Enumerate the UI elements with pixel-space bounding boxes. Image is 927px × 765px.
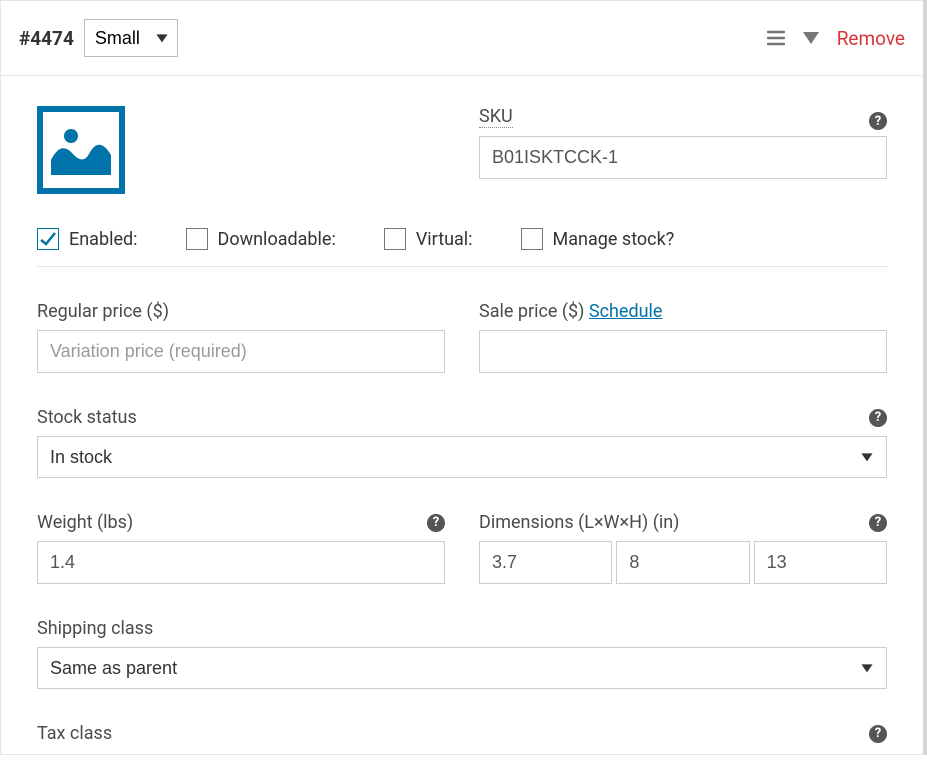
virtual-checkbox[interactable] xyxy=(384,228,406,250)
manage-stock-option[interactable]: Manage stock? xyxy=(521,228,675,250)
shipping-class-label: Shipping class xyxy=(37,618,887,639)
downloadable-checkbox[interactable] xyxy=(186,228,208,250)
upload-image-button[interactable] xyxy=(37,106,125,194)
variation-body: SKU ? Enabled: Downloadable: xyxy=(1,76,923,754)
sale-price-label-text: Sale price ($) xyxy=(479,301,584,322)
enabled-option[interactable]: Enabled: xyxy=(37,228,138,250)
menu-icon[interactable] xyxy=(767,30,785,46)
sku-input[interactable] xyxy=(479,136,887,179)
enabled-label: Enabled: xyxy=(69,229,138,250)
regular-price-label: Regular price ($) xyxy=(37,301,445,322)
price-row: Regular price ($) Sale price ($) Schedul… xyxy=(37,301,887,373)
schedule-link[interactable]: Schedule xyxy=(589,301,663,322)
caret-down-icon[interactable] xyxy=(803,32,819,44)
shipping-class-select-wrap: Same as parent xyxy=(37,647,887,689)
attribute-select-wrap: Small xyxy=(84,19,178,57)
options-row: Enabled: Downloadable: Virtual: Manage s… xyxy=(37,228,887,267)
stock-status-field: Stock status ? In stock xyxy=(37,407,887,478)
virtual-label: Virtual: xyxy=(416,229,473,250)
enabled-checkbox[interactable] xyxy=(37,228,59,250)
variation-id: #4474 xyxy=(19,27,74,50)
thumbnail-cell xyxy=(37,106,445,194)
weight-input[interactable] xyxy=(37,541,445,584)
weight-label: Weight (lbs) xyxy=(37,512,133,533)
dimensions-inputs xyxy=(479,541,887,584)
height-input[interactable] xyxy=(754,541,887,584)
image-icon xyxy=(51,120,111,180)
weight-field: Weight (lbs) ? xyxy=(37,512,445,584)
virtual-option[interactable]: Virtual: xyxy=(384,228,473,250)
manage-stock-label: Manage stock? xyxy=(553,229,675,250)
variation-header-actions: Remove xyxy=(767,27,905,50)
downloadable-option[interactable]: Downloadable: xyxy=(186,228,336,250)
sku-field: SKU ? xyxy=(479,106,887,179)
shipping-class-select[interactable]: Same as parent xyxy=(37,647,887,689)
sale-price-field: Sale price ($) Schedule xyxy=(479,301,887,373)
regular-price-field: Regular price ($) xyxy=(37,301,445,373)
help-icon[interactable]: ? xyxy=(869,514,887,532)
tax-class-label: Tax class xyxy=(37,723,112,744)
help-icon[interactable]: ? xyxy=(869,409,887,427)
regular-price-input[interactable] xyxy=(37,330,445,373)
attribute-select[interactable]: Small xyxy=(84,19,178,57)
weight-dims-row: Weight (lbs) ? Dimensions (L×W×H) (in) ? xyxy=(37,512,887,584)
help-icon[interactable]: ? xyxy=(427,514,445,532)
dimensions-label: Dimensions (L×W×H) (in) xyxy=(479,512,679,533)
variation-header[interactable]: #4474 Small Remove xyxy=(1,0,923,76)
width-input[interactable] xyxy=(616,541,749,584)
sale-price-input[interactable] xyxy=(479,330,887,373)
stock-status-label: Stock status xyxy=(37,407,137,428)
remove-link[interactable]: Remove xyxy=(837,27,905,50)
sale-price-label: Sale price ($) Schedule xyxy=(479,301,887,322)
help-icon[interactable]: ? xyxy=(869,725,887,743)
stock-status-select[interactable]: In stock xyxy=(37,436,887,478)
tax-class-field: Tax class ? xyxy=(37,723,887,744)
downloadable-label: Downloadable: xyxy=(218,229,336,250)
length-input[interactable] xyxy=(479,541,612,584)
sku-label: SKU xyxy=(479,106,513,128)
stock-status-select-wrap: In stock xyxy=(37,436,887,478)
variation-panel: #4474 Small Remove xyxy=(0,0,927,755)
shipping-class-field: Shipping class Same as parent xyxy=(37,618,887,689)
help-icon[interactable]: ? xyxy=(869,112,887,130)
top-grid: SKU ? xyxy=(37,106,887,194)
manage-stock-checkbox[interactable] xyxy=(521,228,543,250)
dimensions-field: Dimensions (L×W×H) (in) ? xyxy=(479,512,887,584)
